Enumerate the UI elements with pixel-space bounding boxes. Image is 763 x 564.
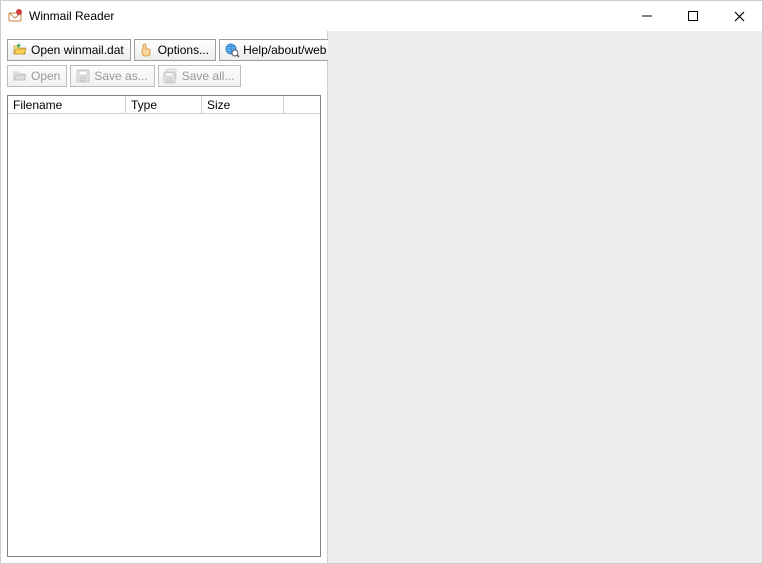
close-button[interactable] — [716, 1, 762, 31]
preview-pane — [328, 31, 762, 563]
window-controls — [624, 1, 762, 31]
column-size[interactable]: Size — [202, 96, 284, 113]
left-pane: Open winmail.dat Options... — [1, 31, 328, 563]
column-filename[interactable]: Filename — [8, 96, 126, 113]
open-winmail-label: Open winmail.dat — [31, 43, 124, 57]
options-label: Options... — [158, 43, 209, 57]
save-as-label: Save as... — [94, 69, 147, 83]
hand-point-icon — [139, 42, 155, 58]
help-button[interactable]: Help/about/web — [219, 39, 333, 61]
titlebar: Winmail Reader — [1, 1, 762, 31]
options-button[interactable]: Options... — [134, 39, 216, 61]
save-all-button: Save all... — [158, 65, 242, 87]
column-filename-label: Filename — [13, 98, 62, 112]
open-winmail-button[interactable]: Open winmail.dat — [7, 39, 131, 61]
floppy-gray-icon — [75, 68, 91, 84]
save-as-button: Save as... — [70, 65, 154, 87]
toolbar-secondary: Open Save as... — [7, 65, 321, 87]
app-icon — [7, 8, 23, 24]
globe-search-icon — [224, 42, 240, 58]
folder-open-gray-icon — [12, 68, 28, 84]
column-spacer — [284, 96, 320, 113]
column-type[interactable]: Type — [126, 96, 202, 113]
column-type-label: Type — [131, 98, 157, 112]
folder-open-icon — [12, 42, 28, 58]
floppy-multi-gray-icon — [163, 68, 179, 84]
open-button: Open — [7, 65, 67, 87]
open-label: Open — [31, 69, 60, 83]
save-all-label: Save all... — [182, 69, 235, 83]
list-header: Filename Type Size — [8, 96, 320, 114]
app-title: Winmail Reader — [29, 9, 114, 23]
maximize-button[interactable] — [670, 1, 716, 31]
app-window: Winmail Reader — [0, 0, 763, 564]
toolbar-primary: Open winmail.dat Options... — [7, 39, 321, 61]
minimize-button[interactable] — [624, 1, 670, 31]
help-label: Help/about/web — [243, 43, 326, 57]
column-size-label: Size — [207, 98, 230, 112]
content: Open winmail.dat Options... — [1, 31, 762, 563]
list-body — [8, 114, 320, 556]
attachment-list[interactable]: Filename Type Size — [7, 95, 321, 557]
